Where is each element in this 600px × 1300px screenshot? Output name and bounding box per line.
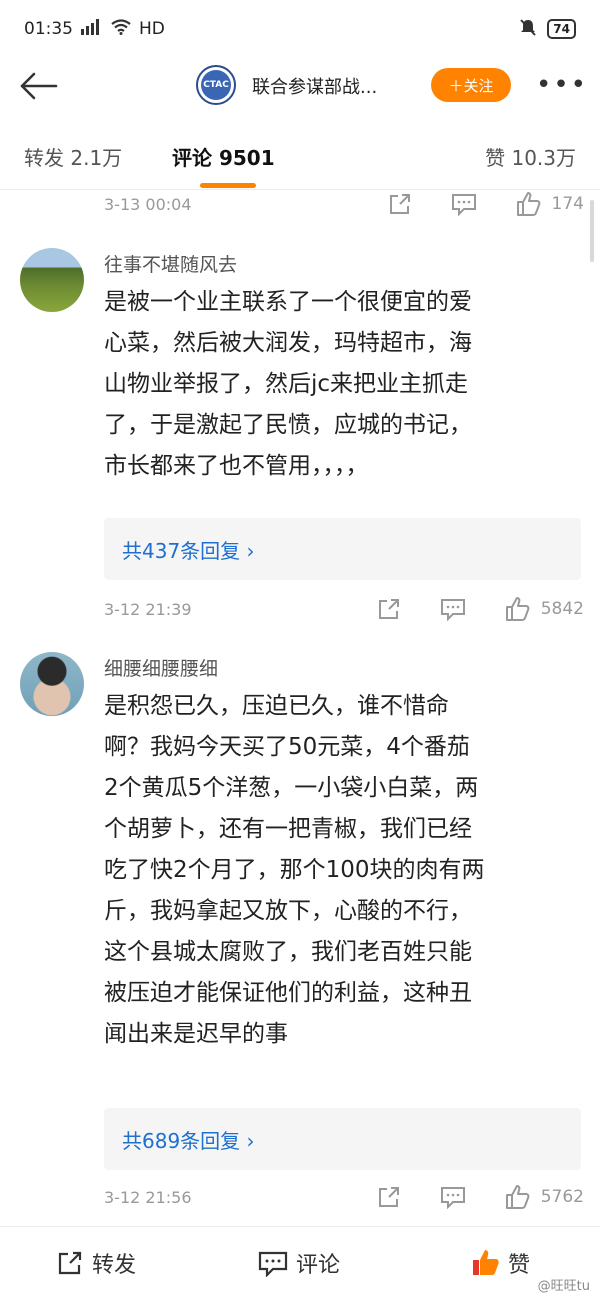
comment-time: 3-12 21:39 xyxy=(104,599,192,619)
navigation-bar: CTAC 联合参谋部战... ＋关注 ••• xyxy=(0,58,600,114)
comment-content-line: 是积怨已久，压迫已久，谁不惜命 xyxy=(104,693,449,719)
like-icon[interactable] xyxy=(503,1183,531,1211)
comment-meta-row: 3-13 00:04 174 xyxy=(104,189,584,219)
back-button[interactable] xyxy=(16,66,60,106)
scrollbar[interactable] xyxy=(590,200,594,262)
like-icon[interactable] xyxy=(514,190,542,218)
comment-username[interactable]: 细腰细腰腰细 xyxy=(104,654,218,681)
comment-content: 是被一个业主联系了一个很便宜的爱 心菜，然后被大润发，玛特超市，海 山物业举报了… xyxy=(104,282,574,487)
bottom-action-bar: 转发 评论 赞 @旺旺tu xyxy=(0,1226,600,1300)
replies-box[interactable]: 共689条回复 › xyxy=(104,1108,581,1170)
comment-time: 3-13 00:04 xyxy=(104,194,192,214)
comment-content-line: 了，于是激起了民愤，应城的书记， xyxy=(104,412,472,438)
user-avatar[interactable] xyxy=(20,652,84,716)
like-count: 174 xyxy=(551,194,584,214)
network-type-label: HD xyxy=(139,19,165,39)
wifi-icon xyxy=(111,18,131,40)
active-tab-indicator xyxy=(200,183,256,188)
like-button[interactable]: 赞 xyxy=(470,1247,530,1279)
share-icon[interactable] xyxy=(375,595,403,623)
mute-icon xyxy=(519,18,537,41)
comment-content-line: 是被一个业主联系了一个很便宜的爱 xyxy=(104,289,472,315)
comment-content-line: 啊？我妈今天买了50元菜，4个番茄 xyxy=(104,734,470,760)
repost-label: 转发 xyxy=(92,1253,137,1278)
share-icon xyxy=(58,1251,82,1275)
comment-content-line: 山物业举报了，然后jc来把业主抓走 xyxy=(104,371,469,397)
repost-button[interactable]: 转发 xyxy=(56,1247,136,1279)
user-avatar[interactable] xyxy=(20,248,84,312)
comment-meta-row: 3-12 21:56 5762 xyxy=(104,1182,584,1212)
status-bar: 01:35 HD 74 xyxy=(0,0,600,58)
comment-icon[interactable] xyxy=(439,595,467,623)
like-count: 5762 xyxy=(540,1187,584,1207)
replies-box[interactable]: 共437条回复 › xyxy=(104,518,581,580)
tab-comments[interactable]: 评论 9501 xyxy=(172,142,275,171)
comment-icon xyxy=(258,1251,288,1277)
like-icon xyxy=(473,1250,499,1275)
comment-icon[interactable] xyxy=(439,1183,467,1211)
signal-icon xyxy=(81,18,103,40)
view-replies-link[interactable]: 共689条回复 › xyxy=(122,1125,255,1154)
like-icon[interactable] xyxy=(503,595,531,623)
comment-label: 评论 xyxy=(296,1253,341,1278)
post-tabs: 转发 2.1万 评论 9501 赞 10.3万 xyxy=(0,130,600,190)
comment-time: 3-12 21:56 xyxy=(104,1187,192,1207)
comment-content-line: 闻出来是迟早的事 xyxy=(104,1021,288,1047)
comment-icon[interactable] xyxy=(450,190,478,218)
comment-content-line: 斤，我妈拿起又放下，心酸的不行， xyxy=(104,898,472,924)
battery-indicator: 74 xyxy=(547,19,576,39)
comment-content-line: 市长都来了也不管用，，，， xyxy=(104,453,369,479)
share-icon[interactable] xyxy=(375,1183,403,1211)
comment-meta-row: 3-12 21:39 5842 xyxy=(104,594,584,624)
tab-likes[interactable]: 赞 10.3万 xyxy=(485,142,576,171)
comment-username[interactable]: 往事不堪随风去 xyxy=(104,250,237,277)
status-time: 01:35 xyxy=(24,19,73,39)
comment-button[interactable]: 评论 xyxy=(258,1247,340,1279)
comment-content-line: 2个黄瓜5个洋葱，一小袋小白菜，两 xyxy=(104,775,479,801)
more-options-button[interactable]: ••• xyxy=(536,70,586,100)
account-logo: CTAC xyxy=(201,70,231,100)
like-label: 赞 xyxy=(508,1253,531,1278)
comment-content-line: 个胡萝卜，还有一把青椒，我们已经 xyxy=(104,816,472,842)
watermark: @旺旺tu xyxy=(537,1279,590,1294)
account-avatar[interactable]: CTAC xyxy=(196,65,236,105)
comment-content-line: 心菜，然后被大润发，玛特超市，海 xyxy=(104,330,472,356)
comment-content-line: 这个县城太腐败了，我们老百姓只能 xyxy=(104,939,472,965)
account-name[interactable]: 联合参谋部战... xyxy=(252,73,377,99)
comment-content-line: 吃了快2个月了，那个100块的肉有两 xyxy=(104,857,485,883)
tab-reposts[interactable]: 转发 2.1万 xyxy=(24,142,122,171)
view-replies-link[interactable]: 共437条回复 › xyxy=(122,535,255,564)
share-icon[interactable] xyxy=(386,190,414,218)
follow-button[interactable]: ＋关注 xyxy=(431,68,511,102)
back-arrow-icon xyxy=(20,72,58,100)
comment-content-line: 被压迫才能保证他们的利益，这种丑 xyxy=(104,980,472,1006)
like-count: 5842 xyxy=(540,599,584,619)
comment-content: 是积怨已久，压迫已久，谁不惜命 啊？我妈今天买了50元菜，4个番茄 2个黄瓜5个… xyxy=(104,686,574,1055)
